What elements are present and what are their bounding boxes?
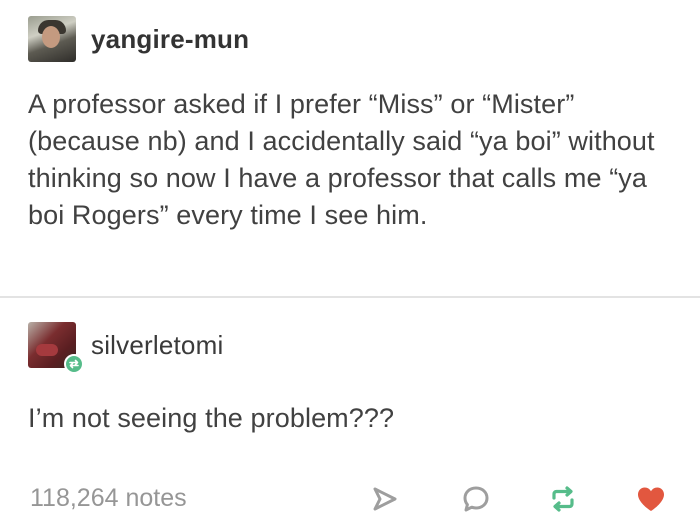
op-username[interactable]: yangire-mun [91, 24, 249, 55]
post-footer: 118,264 notes [0, 474, 700, 524]
notes-count[interactable]: 118,264 notes [30, 484, 187, 513]
reblog-badge-icon [64, 354, 84, 374]
op-avatar[interactable] [28, 16, 76, 62]
reblog-icon[interactable] [546, 482, 580, 516]
op-header: yangire-mun [28, 16, 249, 62]
op-post-text: A professor asked if I prefer “Miss” or … [28, 89, 655, 230]
tumblr-post: yangire-mun A professor asked if I prefe… [0, 0, 700, 526]
reply-icon[interactable] [459, 482, 493, 516]
post-divider [0, 296, 700, 298]
reply-username[interactable]: silverletomi [91, 330, 223, 361]
avatar-face [42, 26, 60, 48]
share-icon[interactable] [368, 482, 402, 516]
reply-avatar[interactable] [28, 322, 84, 374]
reply-header: silverletomi [28, 322, 223, 374]
avatar-accent [36, 344, 58, 356]
reply-post-text: I’m not seeing the problem??? [28, 403, 395, 433]
like-icon[interactable] [634, 482, 668, 516]
